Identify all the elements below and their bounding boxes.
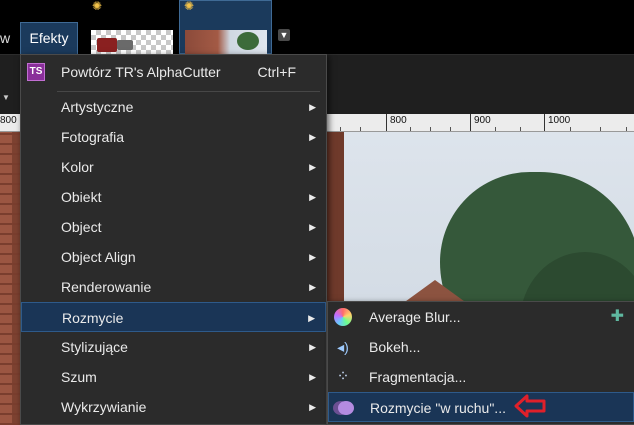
submenu-item-label: Bokeh... xyxy=(369,339,421,355)
menu-item-label: Fotografia xyxy=(61,129,125,145)
ruler-minor-tick xyxy=(570,127,571,131)
menu-item-object-align[interactable]: Object Align ▶ xyxy=(21,242,326,272)
menu-item-artistic[interactable]: Artystyczne ▶ xyxy=(21,92,326,122)
menu-item-label: Wykrzywianie xyxy=(61,399,147,415)
ruler-minor-tick xyxy=(520,127,521,131)
menu-item-label: Artystyczne xyxy=(61,99,134,115)
submenu-arrow-icon: ▶ xyxy=(309,132,316,142)
menu-item-obiekt[interactable]: Obiekt ▶ xyxy=(21,182,326,212)
submenu-item-label: Rozmycie "w ruchu"... xyxy=(370,400,506,416)
menu-item-label: Rozmycie xyxy=(62,310,124,326)
menu-item-label: Stylizujące xyxy=(61,339,128,355)
menu-effects[interactable]: Efekty xyxy=(20,22,78,54)
ruler-minor-tick xyxy=(430,127,431,131)
submenu-arrow-icon: ▶ xyxy=(309,222,316,232)
submenu-item-label: Fragmentacja... xyxy=(369,369,467,385)
menu-item-blur[interactable]: Rozmycie ▶ xyxy=(21,302,326,332)
menu-item-noise[interactable]: Szum ▶ xyxy=(21,362,326,392)
menu-item-photo[interactable]: Fotografia ▶ xyxy=(21,122,326,152)
submenu-arrow-icon: ▶ xyxy=(309,102,316,112)
ruler-minor-tick xyxy=(360,127,361,131)
unsaved-sun-icon: ✺ xyxy=(92,0,103,13)
ruler-minor-tick xyxy=(340,127,341,131)
menu-item-distort[interactable]: Wykrzywianie ▶ xyxy=(21,392,326,422)
submenu-arrow-icon: ▶ xyxy=(309,192,316,202)
ruler-minor-tick xyxy=(450,127,451,131)
submenu-arrow-icon: ▶ xyxy=(309,342,316,352)
submenu-arrow-icon: ▶ xyxy=(309,162,316,172)
unsaved-sun-icon: ✺ xyxy=(184,0,195,13)
annotation-arrow-icon xyxy=(514,394,546,418)
bokeh-icon: ◂) xyxy=(337,339,349,355)
ruler-label: 800 xyxy=(0,115,17,126)
submenu-arrow-icon: ▶ xyxy=(309,282,316,292)
thumbnail-tree-shape xyxy=(237,32,259,50)
color-wheel-icon xyxy=(334,308,352,326)
ruler-label: 900 xyxy=(470,114,491,131)
plugin-puzzle-icon: ✚ xyxy=(610,308,624,325)
submenu-item-average-blur[interactable]: Average Blur... ✚ xyxy=(328,302,634,332)
ruler-minor-tick xyxy=(626,127,627,131)
submenu-item-motion-blur[interactable]: Rozmycie "w ruchu"... xyxy=(328,392,634,422)
menu-bar: w Efekty ✺ ✺ ▼ xyxy=(0,0,634,54)
menu-item-label: Kolor xyxy=(61,159,94,175)
motion-blur-icon xyxy=(338,401,354,415)
blur-submenu: Average Blur... ✚ ◂) Bokeh... ⁘ Fragment… xyxy=(327,301,634,425)
menu-item-color[interactable]: Kolor ▶ xyxy=(21,152,326,182)
submenu-item-fragment[interactable]: ⁘ Fragmentacja... xyxy=(328,362,634,392)
image-tab-thumbnail-2[interactable] xyxy=(185,30,267,54)
submenu-arrow-icon: ▶ xyxy=(309,372,316,382)
menu-item-stylize[interactable]: Stylizujące ▶ xyxy=(21,332,326,362)
menu-item-label: Szum xyxy=(61,369,97,385)
submenu-arrow-icon: ▶ xyxy=(308,313,315,323)
menu-item-label: Object xyxy=(61,219,102,235)
submenu-item-label: Average Blur... xyxy=(369,309,461,325)
menu-item-render[interactable]: Renderowanie ▶ xyxy=(21,272,326,302)
image-tab-thumbnail-1[interactable] xyxy=(91,30,173,54)
submenu-item-bokeh[interactable]: ◂) Bokeh... xyxy=(328,332,634,362)
menu-item-repeat-effect[interactable]: TS Powtórz TR's AlphaCutter Ctrl+F xyxy=(21,57,326,87)
menu-item-label: Object Align xyxy=(61,249,136,265)
menu-item-label: Powtórz TR's AlphaCutter xyxy=(61,64,221,80)
submenu-arrow-icon: ▶ xyxy=(309,252,316,262)
ruler-label: 1000 xyxy=(544,114,570,131)
thumbnail-car-shape xyxy=(117,40,133,50)
thumbnail-car-shape xyxy=(97,38,117,52)
ruler-minor-tick xyxy=(495,127,496,131)
effects-dropdown-menu: TS Powtórz TR's AlphaCutter Ctrl+F Artys… xyxy=(20,54,327,425)
menu-item-object[interactable]: Object ▶ xyxy=(21,212,326,242)
ruler-label: 800 xyxy=(386,114,407,131)
ruler-minor-tick xyxy=(410,127,411,131)
menu-item-label: Renderowanie xyxy=(61,279,152,295)
submenu-arrow-icon: ▶ xyxy=(309,402,316,412)
menu-item-label: Obiekt xyxy=(61,189,102,205)
menu-view-partial[interactable]: w xyxy=(0,22,18,54)
menu-item-shortcut: Ctrl+F xyxy=(257,64,297,80)
toolbar-dropdown-icon[interactable]: ▼ xyxy=(2,93,10,102)
tabs-overflow-chevron-icon[interactable]: ▼ xyxy=(278,29,290,41)
fragment-icon: ⁘ xyxy=(336,368,350,385)
ruler-minor-tick xyxy=(600,127,601,131)
tr-plugin-icon: TS xyxy=(27,63,45,81)
